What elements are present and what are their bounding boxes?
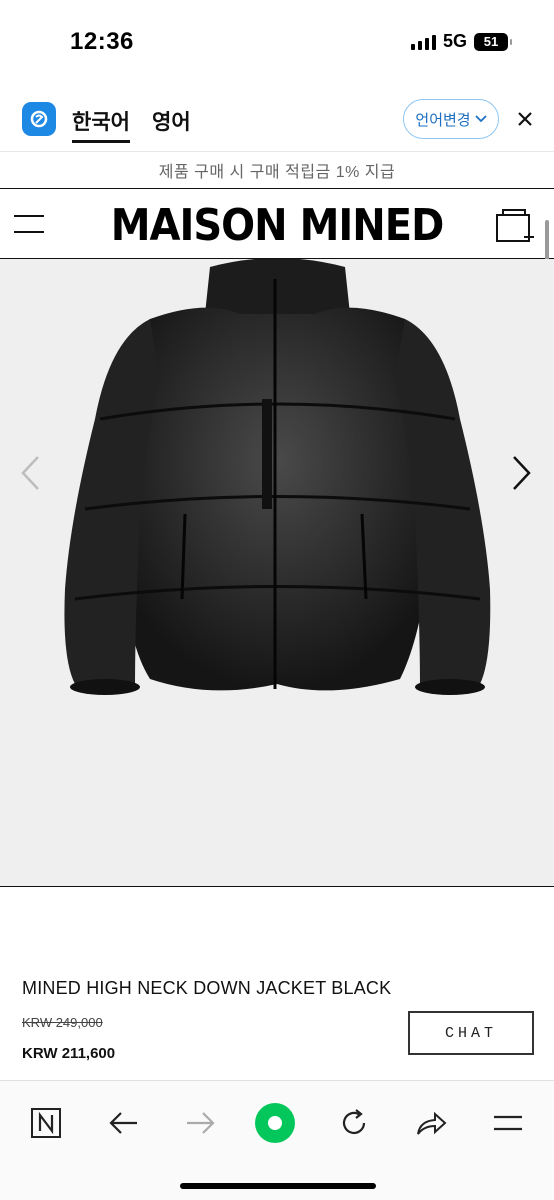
translate-bar: 한국어 영어 언어변경 (0, 90, 554, 152)
share-icon[interactable] (409, 1101, 453, 1145)
naver-home-icon[interactable] (24, 1101, 68, 1145)
tab-english[interactable]: 영어 (152, 106, 191, 136)
refresh-icon[interactable] (332, 1101, 376, 1145)
change-language-button[interactable]: 언어변경 (403, 99, 499, 139)
product-image[interactable] (0, 259, 554, 887)
original-price: KRW 249,000 (22, 1015, 103, 1030)
sale-price: KRW 211,600 (22, 1045, 116, 1062)
close-icon (518, 112, 532, 126)
signal-icon (410, 34, 436, 50)
chevron-left-icon (21, 456, 39, 490)
green-dot-icon[interactable] (253, 1101, 297, 1145)
close-button[interactable] (512, 106, 538, 132)
battery-level: 51 (483, 34, 499, 49)
cart-icon[interactable] (495, 207, 535, 245)
gallery-next-button[interactable] (508, 455, 534, 496)
product-name: MINED HIGH NECK DOWN JACKET BLACK (22, 978, 392, 998)
forward-icon[interactable] (178, 1101, 222, 1145)
status-time: 12:36 (70, 28, 134, 55)
browser-toolbar (0, 1080, 554, 1200)
papago-icon[interactable] (22, 102, 56, 136)
battery-icon: 51 (474, 32, 512, 51)
chevron-down-icon (474, 115, 487, 123)
status-bar: 12:36 5G 51 (0, 0, 554, 82)
promo-banner: 제품 구매 시 구매 적립금 1% 지급 (0, 152, 554, 189)
jacket-image (64, 259, 491, 695)
back-icon[interactable] (102, 1101, 146, 1145)
site-logo[interactable]: MAISON MINED (0, 201, 554, 251)
tab-korean[interactable]: 한국어 (72, 106, 130, 136)
chat-button[interactable]: CHAT (408, 1011, 534, 1055)
home-indicator (180, 1183, 376, 1189)
status-indicators: 5G 51 (410, 31, 512, 52)
network-type: 5G (442, 31, 467, 51)
site-header: MAISON MINED (0, 189, 554, 259)
active-tab-indicator (72, 140, 130, 143)
gallery-prev-button[interactable] (18, 455, 44, 496)
menu-icon[interactable] (486, 1101, 530, 1145)
change-language-label: 언어변경 (415, 111, 471, 129)
chevron-right-icon (513, 456, 531, 490)
